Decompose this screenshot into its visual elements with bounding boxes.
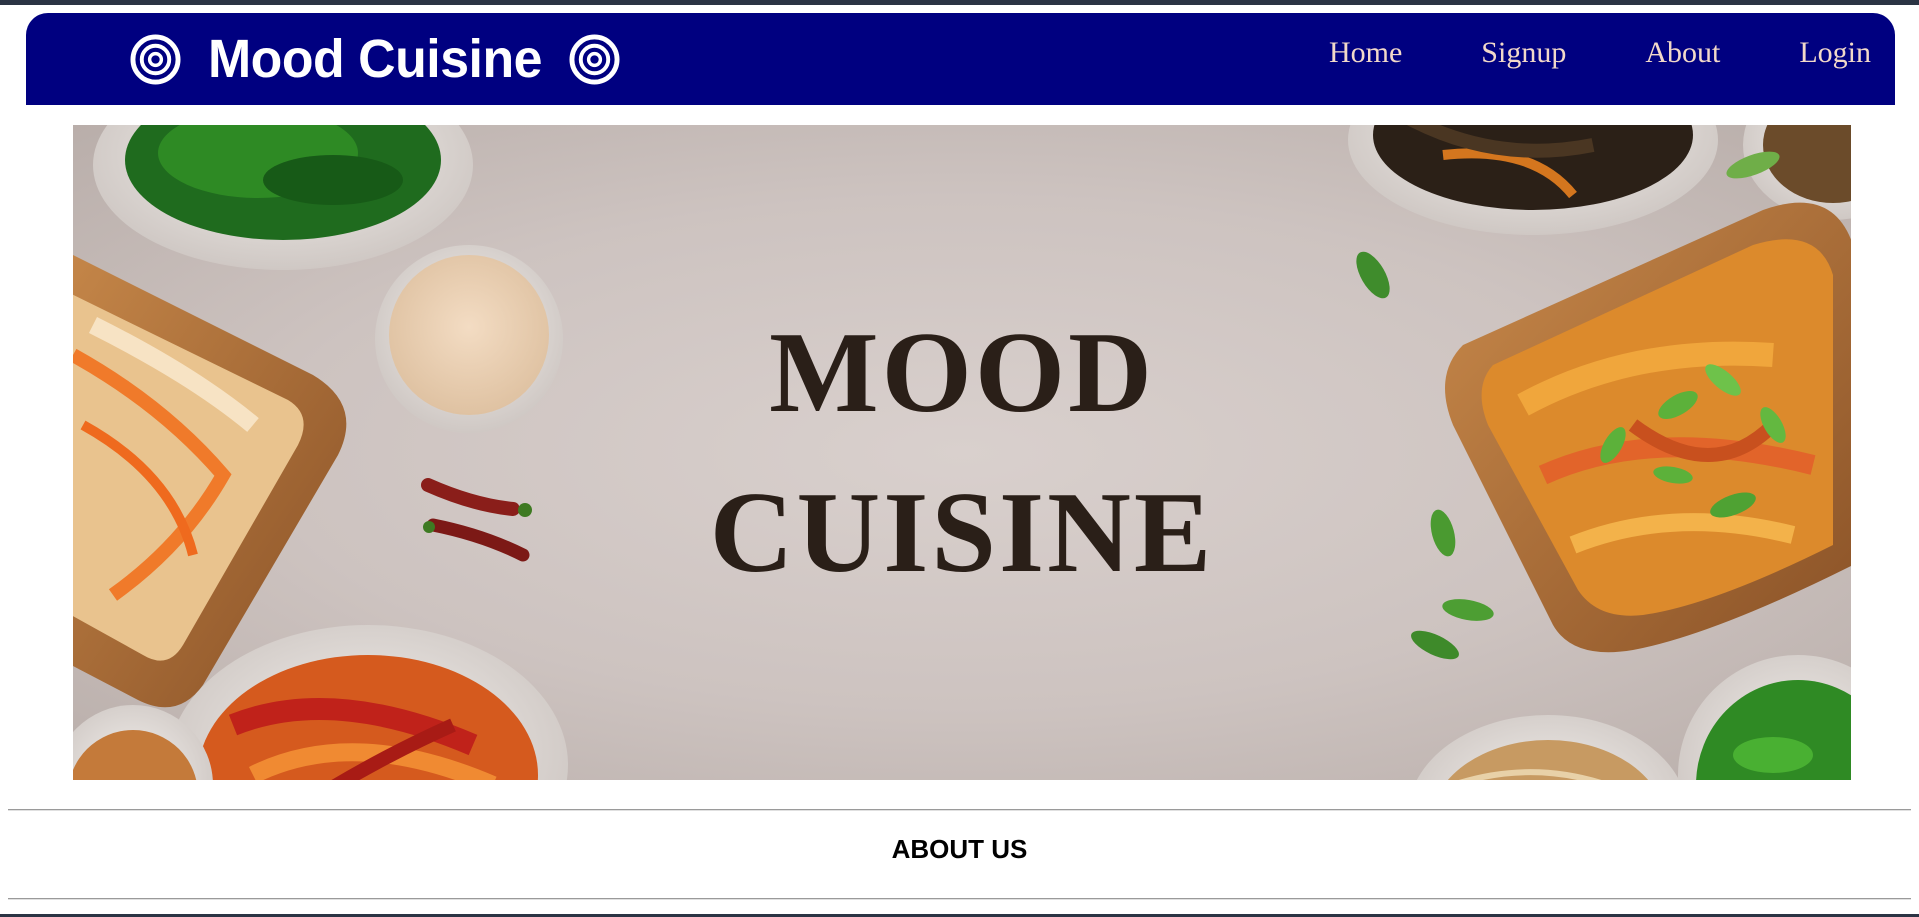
section-divider-top <box>8 809 1911 811</box>
nav-links: Home Signup About Login <box>1250 13 1871 93</box>
food-bowls-image <box>73 125 1851 780</box>
nav-home-link[interactable]: Home <box>1329 36 1402 70</box>
nav-about-link[interactable]: About <box>1645 36 1720 70</box>
brand[interactable]: Mood Cuisine <box>130 13 620 105</box>
concentric-circles-icon <box>130 33 181 85</box>
concentric-circles-icon <box>569 33 620 85</box>
brand-title: Mood Cuisine <box>207 29 543 89</box>
nav-login-link[interactable]: Login <box>1799 36 1871 70</box>
nav-signup-link[interactable]: Signup <box>1481 36 1566 70</box>
navbar: Mood Cuisine Home Signup About Login <box>26 13 1895 105</box>
hero-banner: MOOD CUISINE <box>73 125 1851 780</box>
top-window-strip <box>0 0 1919 5</box>
section-divider-bottom <box>8 898 1911 900</box>
about-heading: ABOUT US <box>891 834 1028 864</box>
